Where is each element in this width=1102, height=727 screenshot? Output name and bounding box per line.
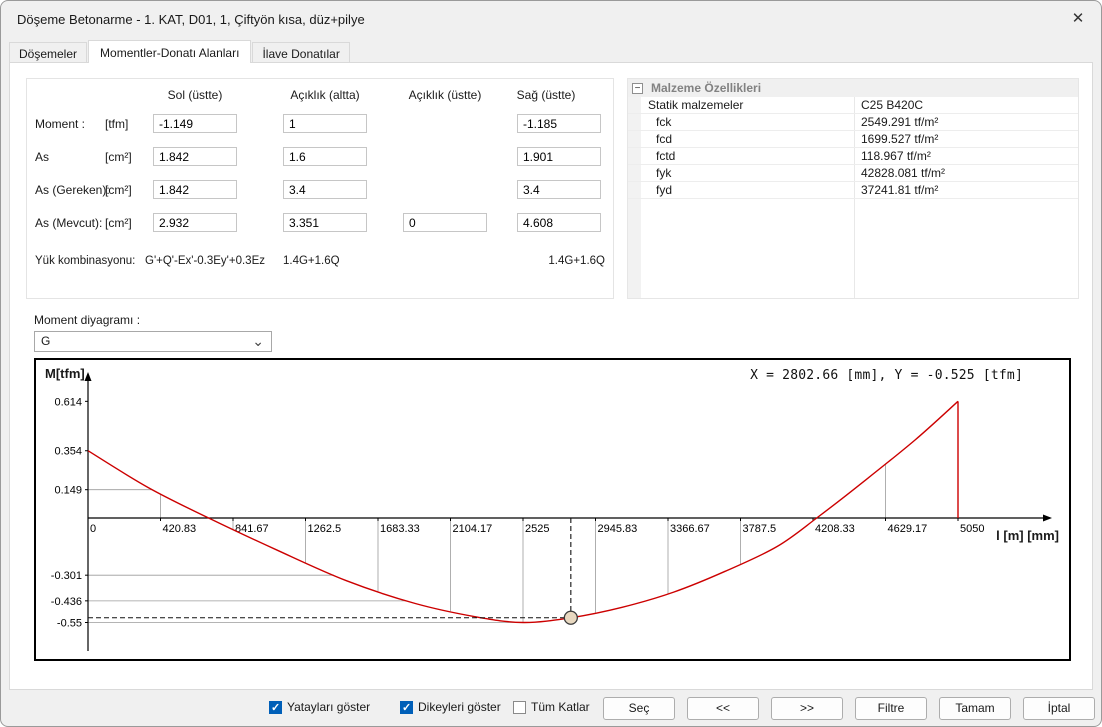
checkbox-icon[interactable] bbox=[400, 701, 413, 714]
row-unit-as: [cm²] bbox=[105, 150, 132, 164]
cancel-button[interactable]: İptal bbox=[1023, 697, 1095, 720]
y-tick-label: -0.436 bbox=[51, 596, 82, 608]
column-header-aciklik-ustte: Açıklık (üstte) bbox=[390, 88, 500, 102]
moment-diagram-label: Moment diyagramı : bbox=[34, 313, 140, 327]
y-tick-label: 0.614 bbox=[54, 396, 82, 408]
y-tick-label: -0.301 bbox=[51, 570, 82, 582]
cursor-marker[interactable] bbox=[564, 611, 577, 624]
as-mevcut-aciklik-alt-input[interactable] bbox=[283, 213, 367, 232]
chevron-down-icon: ⌄ bbox=[252, 333, 264, 350]
as-gereken-sag-input[interactable] bbox=[517, 180, 601, 199]
x-tick-label: 0 bbox=[90, 523, 96, 535]
material-row-fck: fck 2549.291 tf/m² bbox=[628, 114, 1078, 131]
row-unit-as-mevcut: [cm²] bbox=[105, 216, 132, 230]
y-axis-arrow-icon bbox=[85, 372, 92, 381]
row-label-as-gereken: As (Gereken): bbox=[35, 183, 110, 197]
y-tick-label: -0.55 bbox=[57, 618, 82, 630]
material-row-fcd: fcd 1699.527 tf/m² bbox=[628, 131, 1078, 148]
load-combo-sol: G'+Q'-Ex'-0.3Ey'+0.3Ez bbox=[145, 255, 265, 267]
button-row: Seç << >> Filtre Tamam İptal bbox=[603, 697, 1095, 720]
row-label-as: As bbox=[35, 150, 49, 164]
x-tick-label: 5050 bbox=[960, 523, 984, 535]
load-combo-sag: 1.4G+1.6Q bbox=[548, 255, 605, 267]
tab-page: Sol (üstte) Açıklık (altta) Açıklık (üst… bbox=[9, 62, 1093, 690]
moment-diagram-select[interactable]: G ⌄ bbox=[34, 331, 272, 352]
row-label-as-mevcut: As (Mevcut): bbox=[35, 216, 102, 230]
as-mevcut-sag-input[interactable] bbox=[517, 213, 601, 232]
x-axis-arrow-icon bbox=[1043, 515, 1052, 522]
selected-load-case: G bbox=[41, 334, 50, 348]
load-combo-aciklik: 1.4G+1.6Q bbox=[283, 255, 340, 267]
collapse-icon[interactable]: − bbox=[632, 83, 643, 94]
row-unit-moment: [tfm] bbox=[105, 117, 128, 131]
material-panel-title: Malzeme Özellikleri bbox=[651, 81, 761, 95]
column-header-sol: Sol (üstte) bbox=[140, 88, 250, 102]
moment-sol-input[interactable] bbox=[153, 114, 237, 133]
y-tick-label: 0.354 bbox=[54, 446, 82, 458]
material-row-fyk: fyk 42828.081 tf/m² bbox=[628, 165, 1078, 182]
cursor-readout: X = 2802.66 [mm], Y = -0.525 [tfm] bbox=[750, 368, 1023, 383]
show-horizontals-checkbox[interactable]: Yatayları göster bbox=[269, 700, 370, 714]
as-aciklik-alt-input[interactable] bbox=[283, 147, 367, 166]
checkbox-icon[interactable] bbox=[513, 701, 526, 714]
column-header-sag: Sağ (üstte) bbox=[491, 88, 601, 102]
moment-diagram-svg: 0420.83841.671262.51683.332104.172525294… bbox=[36, 360, 1069, 659]
x-tick-label: 420.83 bbox=[162, 523, 196, 535]
chart-y-axis-title: M[tfm] bbox=[45, 366, 85, 381]
material-row-statik: Statik malzemeler C25 B420C bbox=[628, 97, 1078, 114]
material-panel-header: − Malzeme Özellikleri bbox=[628, 79, 1078, 97]
title-bar[interactable]: Döşeme Betonarme - 1. KAT, D01, 1, Çifty… bbox=[1, 1, 1101, 39]
moment-aciklik-alt-input[interactable] bbox=[283, 114, 367, 133]
checkbox-icon[interactable] bbox=[269, 701, 282, 714]
tab-momentler-donati-alanlari[interactable]: Momentler-Donatı Alanları bbox=[88, 40, 251, 63]
as-sol-input[interactable] bbox=[153, 147, 237, 166]
x-tick-label: 1262.5 bbox=[308, 523, 342, 535]
next-button[interactable]: >> bbox=[771, 697, 843, 720]
filter-button[interactable]: Filtre bbox=[855, 697, 927, 720]
as-mevcut-aciklik-ust-input[interactable] bbox=[403, 213, 487, 232]
chart-x-axis-title: l [m] [mm] bbox=[996, 528, 1059, 543]
select-button[interactable]: Seç bbox=[603, 697, 675, 720]
moment-sag-input[interactable] bbox=[517, 114, 601, 133]
x-tick-label: 3366.67 bbox=[670, 523, 710, 535]
ok-button[interactable]: Tamam bbox=[939, 697, 1011, 720]
row-unit-as-gereken: [cm²] bbox=[105, 183, 132, 197]
as-mevcut-sol-input[interactable] bbox=[153, 213, 237, 232]
y-tick-label: 0.149 bbox=[54, 485, 82, 497]
x-tick-label: 4629.17 bbox=[888, 523, 928, 535]
all-floors-checkbox[interactable]: Tüm Katlar bbox=[513, 700, 590, 714]
x-tick-label: 2945.83 bbox=[597, 523, 637, 535]
x-tick-label: 3787.5 bbox=[743, 523, 777, 535]
load-combo-label: Yük kombinasyonu: bbox=[35, 255, 135, 267]
dialog-window: Döşeme Betonarme - 1. KAT, D01, 1, Çifty… bbox=[0, 0, 1102, 727]
moment-table-panel: Sol (üstte) Açıklık (altta) Açıklık (üst… bbox=[26, 78, 614, 299]
prev-button[interactable]: << bbox=[687, 697, 759, 720]
show-verticals-checkbox[interactable]: Dikeyleri göster bbox=[400, 700, 501, 714]
as-gereken-aciklik-alt-input[interactable] bbox=[283, 180, 367, 199]
tab-ilave-donatilar[interactable]: İlave Donatılar bbox=[252, 42, 349, 62]
row-label-moment: Moment : bbox=[35, 117, 85, 131]
tab-strip: Döşemeler Momentler-Donatı Alanları İlav… bbox=[9, 40, 351, 63]
tab-dosemeler[interactable]: Döşemeler bbox=[9, 42, 87, 62]
column-header-aciklik-altta: Açıklık (altta) bbox=[270, 88, 380, 102]
material-properties-panel: − Malzeme Özellikleri Statik malzemeler … bbox=[627, 78, 1079, 299]
material-row-fyd: fyd 37241.81 tf/m² bbox=[628, 182, 1078, 199]
x-tick-label: 4208.33 bbox=[815, 523, 855, 535]
x-tick-label: 2104.17 bbox=[453, 523, 493, 535]
footer-bar: Yatayları göster Dikeyleri göster Tüm Ka… bbox=[1, 690, 1101, 726]
window-title: Döşeme Betonarme - 1. KAT, D01, 1, Çifty… bbox=[17, 12, 365, 27]
as-gereken-sol-input[interactable] bbox=[153, 180, 237, 199]
moment-diagram-chart[interactable]: 0420.83841.671262.51683.332104.172525294… bbox=[34, 358, 1071, 661]
close-icon[interactable]: ✕ bbox=[1055, 1, 1101, 35]
x-tick-label: 1683.33 bbox=[380, 523, 420, 535]
x-tick-label: 2525 bbox=[525, 523, 549, 535]
as-sag-input[interactable] bbox=[517, 147, 601, 166]
material-row-fctd: fctd 118.967 tf/m² bbox=[628, 148, 1078, 165]
